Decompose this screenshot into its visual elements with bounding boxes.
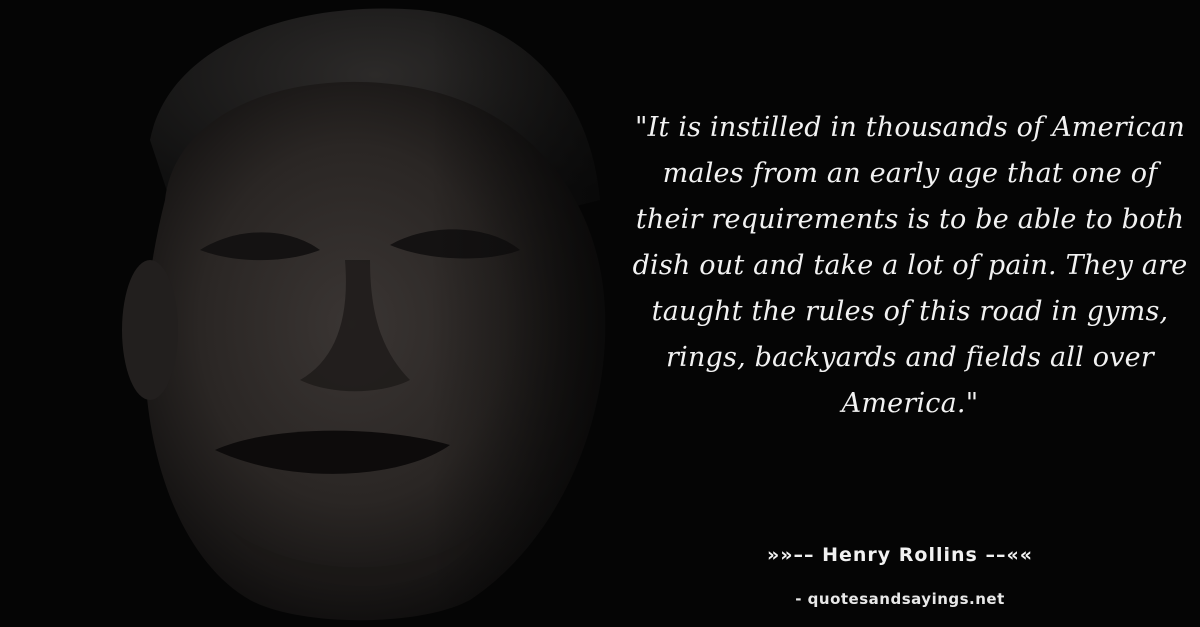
author-attribution: »»–– Henry Rollins ––«« bbox=[766, 544, 1034, 566]
quote-panel: "It is instilled in thousands of America… bbox=[630, 105, 1190, 427]
site-credit: - quotesandsayings.net bbox=[795, 590, 1005, 608]
quote-text: "It is instilled in thousands of America… bbox=[632, 112, 1188, 419]
quote-card: "It is instilled in thousands of America… bbox=[0, 0, 1200, 627]
ear-shape bbox=[122, 260, 178, 400]
